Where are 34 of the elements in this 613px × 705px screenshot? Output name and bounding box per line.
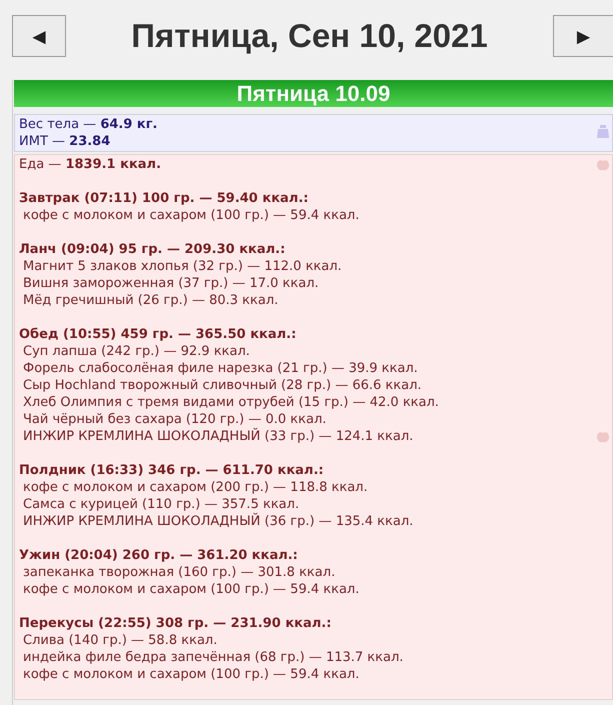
food-item: Сыр Hochland творожный сливочный (28 гр.) — 66.6 ккал. (22, 377, 422, 394)
food-item: Самса с курицей (110 гр.) — 357.5 ккал. (22, 496, 300, 512)
food-total: Еда — 1839.1 ккал. (19, 156, 162, 173)
food-item: кофе с молоком и сахаром (100 гр.) — 59.4 ккал. (22, 581, 360, 598)
meal-header: Перекусы (22:55) 308 гр. — 231.90 ккал.: (19, 615, 332, 632)
next-day-button[interactable]: ► (552, 15, 613, 57)
food-item: Форель слабосолёная филе нарезка (21 гр.) — 39.9 ккал. (22, 360, 418, 377)
date-title: Пятница, Сен 10, 2021 (131, 16, 488, 56)
meal-header: Завтрак (07:11) 100 гр. — 59.40 ккал.: (19, 190, 308, 207)
food-item: Вишня замороженная (37 гр.) — 17.0 ккал. (22, 275, 319, 292)
food-item: Магнит 5 злаков хлопья (32 гр.) — 112.0 ккал. (22, 258, 342, 275)
stat-line: ИМТ — 23.84 (19, 133, 110, 150)
previous-day-button[interactable]: ◄ (12, 15, 66, 57)
food-item: кофе с молоком и сахаром (100 гр.) — 59.4 ккал. (22, 207, 360, 224)
scale-icon (597, 124, 609, 138)
stat-line: Вес тела — 64.9 кг. (19, 116, 158, 133)
meal-header: Ужин (20:04) 260 гр. — 361.20 ккал.: (19, 547, 298, 564)
food-item: ИНЖИР КРЕМЛИНА ШОКОЛАДНЫЙ (36 гр.) — 135.4 ккал. (22, 513, 414, 530)
food-item: Хлеб Олимпия с тремя видами отрубей (15 гр.) — 42.0 ккал. (22, 394, 439, 411)
day-header-bar: Пятница 10.09 (14, 80, 613, 107)
food-item: Суп лапша (242 гр.) — 92.9 ккал. (22, 343, 250, 360)
food-item: ИНЖИР КРЕМЛИНА ШОКОЛАДНЫЙ (33 гр.) — 124.1 ккал. (22, 428, 414, 445)
apple-icon (597, 430, 609, 443)
food-item: Чай чёрный без сахара (120 гр.) — 0.0 ккал. (22, 411, 326, 428)
meal-header: Полдник (16:33) 346 гр. — 611.70 ккал.: (19, 462, 324, 479)
food-item: кофе с молоком и сахаром (100 гр.) — 59.4 ккал. (22, 666, 360, 683)
food-item: запеканка творожная (160 гр.) — 301.8 ккал. (22, 564, 336, 581)
meal-header: Обед (10:55) 459 гр. — 365.50 ккал.: (19, 326, 296, 343)
food-item: индейка филе бедра запечённая (68 гр.) — 113.7 ккал. (22, 649, 404, 666)
food-item: Мёд гречишный (26 гр.) — 80.3 ккал. (22, 292, 278, 309)
food-item: Слива (140 гр.) — 58.8 ккал. (22, 632, 218, 649)
meal-header: Ланч (09:04) 95 гр. — 209.30 ккал.: (19, 241, 286, 258)
apple-icon (597, 158, 609, 171)
food-item: кофе с молоком и сахаром (200 гр.) — 118.8 ккал. (22, 479, 368, 496)
